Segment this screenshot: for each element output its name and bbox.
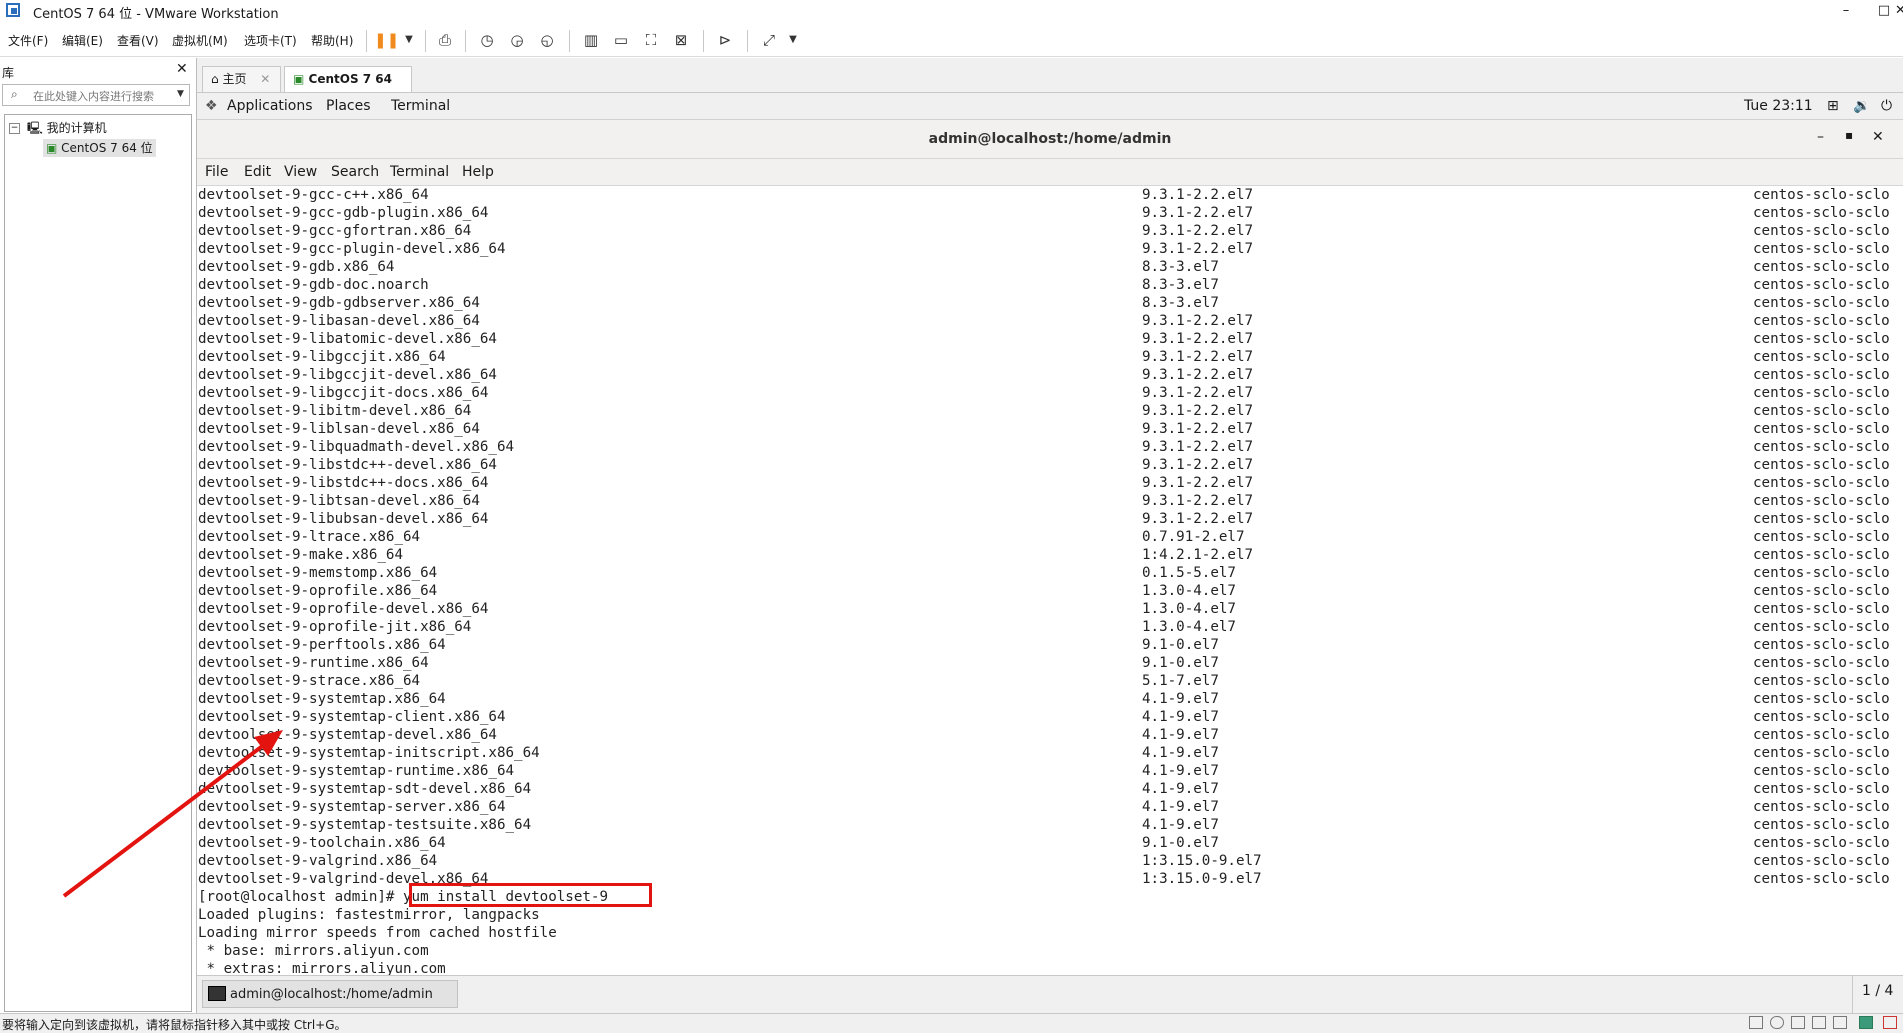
devices-icon[interactable] (1883, 1016, 1897, 1029)
arrow-shaft (62, 736, 275, 898)
gnome-taskbar: admin@localhost:/home/admin 1 / 4 (197, 975, 1903, 1013)
arrow-head (254, 730, 283, 756)
sound-card-icon[interactable] (1833, 1016, 1847, 1029)
usb-icon[interactable] (1812, 1016, 1826, 1029)
taskbar-separator (1852, 976, 1853, 1013)
vmware-statusbar: 要将输入定向到该虚拟机，请将鼠标指针移入其中或按 Ctrl+G。 (0, 1013, 1903, 1033)
hard-disk-icon[interactable] (1749, 1016, 1763, 1029)
workspace-indicator[interactable]: 1 / 4 (1862, 983, 1893, 999)
network-adapter-icon[interactable] (1791, 1016, 1805, 1029)
cd-drive-icon[interactable] (1770, 1016, 1784, 1029)
taskbar-item-label: admin@localhost:/home/admin (230, 987, 433, 1002)
taskbar-terminal-item[interactable]: admin@localhost:/home/admin (202, 980, 458, 1008)
message-icon[interactable] (1859, 1016, 1873, 1029)
terminal-icon (208, 986, 226, 1001)
annotation-arrow (62, 730, 283, 898)
status-message: 要将输入定向到该虚拟机，请将鼠标指针移入其中或按 Ctrl+G。 (2, 1018, 347, 1032)
